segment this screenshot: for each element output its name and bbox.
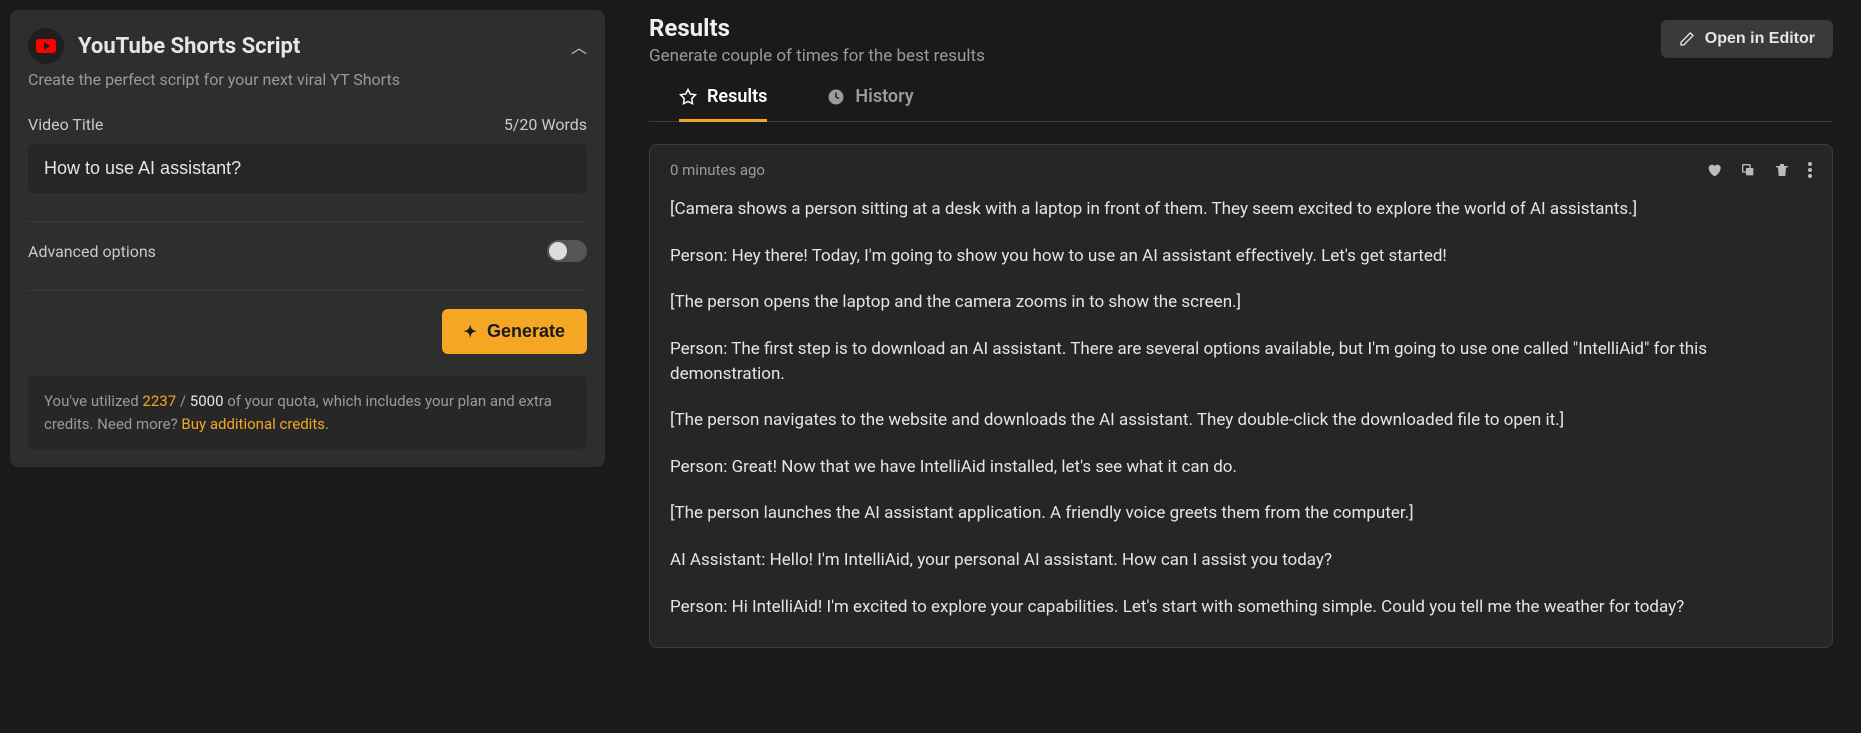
generate-button[interactable]: ✦ Generate [442, 309, 587, 354]
result-paragraph: Person: The first step is to download an… [670, 337, 1812, 386]
quota-total: 5000 [190, 392, 224, 410]
clock-icon [827, 88, 845, 106]
result-paragraph: AI Assistant: Hello! I'm IntelliAid, you… [670, 548, 1812, 573]
results-subtitle: Generate couple of times for the best re… [649, 46, 985, 66]
result-actions [1706, 162, 1812, 178]
result-paragraph: [The person launches the AI assistant ap… [670, 501, 1812, 526]
word-count: 5/20 Words [504, 115, 587, 134]
tab-history[interactable]: History [827, 86, 913, 121]
card-title: YouTube Shorts Script [78, 34, 557, 59]
heart-icon[interactable] [1706, 162, 1722, 178]
result-top: 0 minutes ago [670, 161, 1812, 179]
result-card: 0 minutes ago [Camera shows a person sit… [649, 144, 1833, 648]
tab-results[interactable]: Results [679, 86, 767, 121]
chevron-up-icon[interactable]: ︿ [571, 34, 587, 58]
open-editor-label: Open in Editor [1705, 30, 1815, 48]
advanced-options-label: Advanced options [28, 242, 156, 261]
quota-sep: / [176, 392, 190, 410]
advanced-options-row: Advanced options [28, 221, 587, 262]
buy-credits-link[interactable]: Buy additional credits. [181, 415, 329, 433]
pencil-icon [1679, 31, 1695, 47]
sparkle-icon: ✦ [464, 322, 477, 342]
result-body: [Camera shows a person sitting at a desk… [670, 197, 1812, 619]
tabs: Results History [649, 86, 1833, 122]
generate-label: Generate [487, 321, 565, 342]
video-title-input[interactable] [28, 144, 587, 193]
result-paragraph: [The person opens the laptop and the cam… [670, 290, 1812, 315]
result-paragraph: Person: Great! Now that we have IntelliA… [670, 455, 1812, 480]
video-title-label: Video Title [28, 115, 103, 134]
quota-prefix: You've utilized [44, 392, 142, 410]
result-timestamp: 0 minutes ago [670, 161, 765, 179]
tab-results-label: Results [707, 86, 767, 107]
generate-row: ✦ Generate [28, 290, 587, 354]
youtube-icon [28, 28, 64, 64]
card-header: YouTube Shorts Script ︿ [28, 28, 587, 64]
input-card: YouTube Shorts Script ︿ Create the perfe… [10, 10, 605, 467]
quota-used: 2237 [142, 392, 176, 410]
open-in-editor-button[interactable]: Open in Editor [1661, 20, 1833, 58]
more-icon[interactable] [1808, 162, 1812, 178]
copy-icon[interactable] [1740, 162, 1756, 178]
card-subtitle: Create the perfect script for your next … [28, 70, 587, 89]
results-title: Results [649, 14, 985, 42]
video-title-row: Video Title 5/20 Words [28, 115, 587, 134]
results-tab-icon [679, 88, 697, 106]
result-paragraph: Person: Hi IntelliAid! I'm excited to ex… [670, 595, 1812, 620]
result-paragraph: [Camera shows a person sitting at a desk… [670, 197, 1812, 222]
right-panel: Results Generate couple of times for the… [615, 0, 1861, 733]
advanced-options-toggle[interactable] [547, 240, 587, 262]
quota-box: You've utilized 2237 / 5000 of your quot… [28, 376, 587, 449]
trash-icon[interactable] [1774, 162, 1790, 178]
tab-history-label: History [855, 86, 913, 107]
result-paragraph: [The person navigates to the website and… [670, 408, 1812, 433]
results-header: Results Generate couple of times for the… [649, 14, 1833, 66]
left-panel: YouTube Shorts Script ︿ Create the perfe… [0, 0, 615, 733]
result-paragraph: Person: Hey there! Today, I'm going to s… [670, 244, 1812, 269]
